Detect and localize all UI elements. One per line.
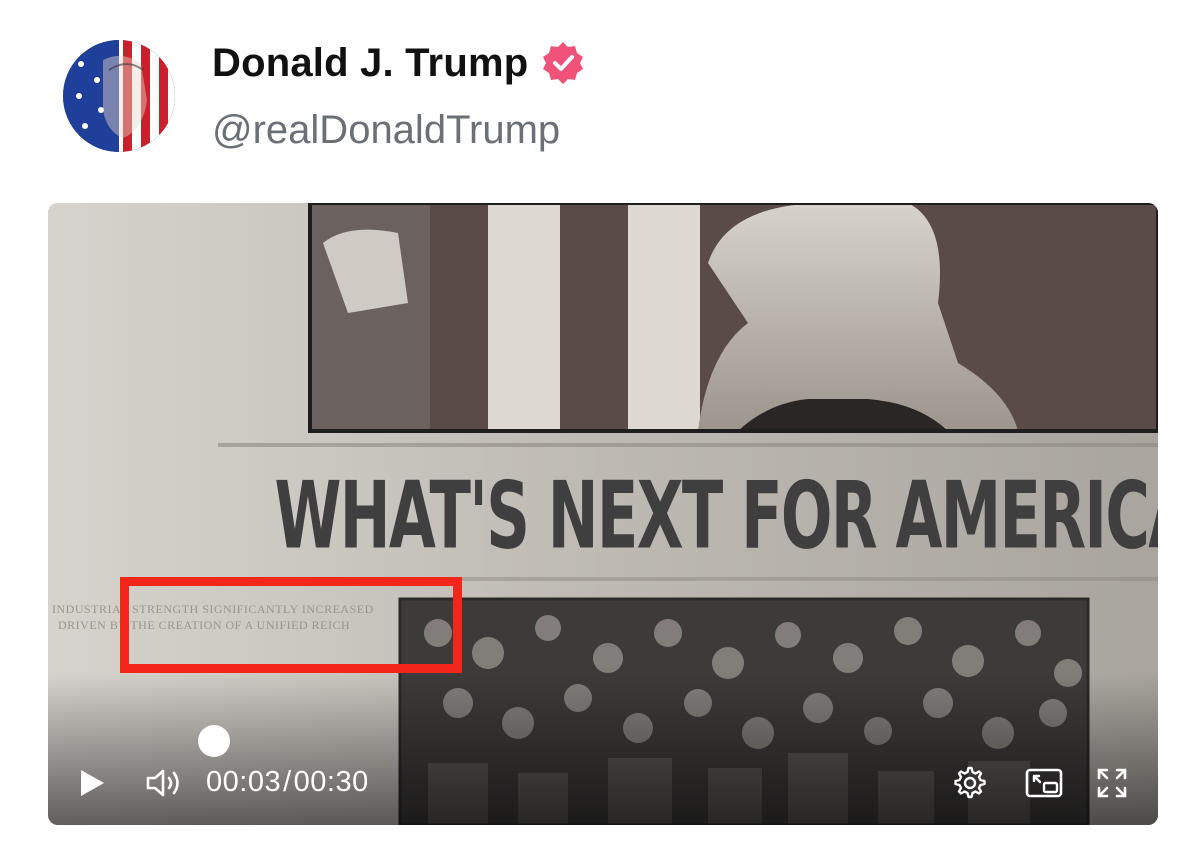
verified-badge-icon bbox=[540, 40, 586, 86]
volume-button[interactable] bbox=[144, 765, 184, 801]
picture-in-picture-button[interactable] bbox=[1024, 765, 1064, 801]
settings-button[interactable] bbox=[952, 765, 988, 801]
video-player[interactable]: WHAT'S NEXT FOR AMERICA? INDUSTRIAL STRE… bbox=[48, 203, 1158, 825]
play-button[interactable] bbox=[76, 765, 108, 801]
play-icon bbox=[81, 770, 104, 796]
highlight-annotation bbox=[120, 577, 462, 673]
video-headline: WHAT'S NEXT FOR AMERICA? bbox=[274, 462, 1159, 570]
current-time: 00:03 bbox=[206, 766, 282, 798]
volume-icon bbox=[146, 769, 179, 797]
time-separator: / bbox=[283, 766, 292, 798]
avatar[interactable] bbox=[63, 40, 175, 152]
author-name-text: Donald J. Trump bbox=[212, 40, 529, 85]
fullscreen-icon bbox=[1097, 768, 1127, 798]
duration: 00:30 bbox=[293, 766, 369, 798]
avatar-image bbox=[63, 40, 175, 152]
gear-icon bbox=[954, 766, 986, 799]
time-display: 00:03/00:30 bbox=[206, 766, 369, 799]
author-handle[interactable]: @realDonaldTrump bbox=[212, 108, 560, 153]
progress-scrubber-handle[interactable] bbox=[198, 725, 230, 757]
author-name[interactable]: Donald J. Trump bbox=[212, 40, 586, 86]
fullscreen-button[interactable] bbox=[1094, 765, 1130, 801]
picture-in-picture-icon bbox=[1025, 768, 1063, 798]
